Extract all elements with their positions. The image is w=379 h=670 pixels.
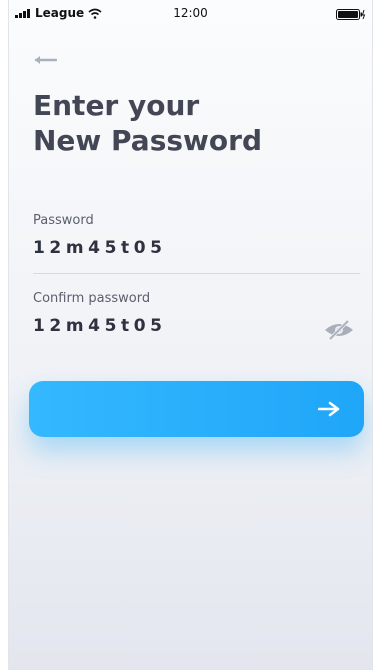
battery-icon — [336, 9, 366, 20]
eye-off-icon[interactable] — [324, 320, 354, 340]
submit-button[interactable] — [29, 381, 364, 437]
back-arrow-icon[interactable] — [33, 55, 57, 65]
status-time: 12:00 — [173, 6, 208, 20]
page-title: Enter your New Password — [33, 88, 353, 158]
page-title-line-1: Enter your — [33, 89, 200, 122]
password-label: Password — [33, 213, 94, 228]
phone-screen: League 12:00 Enter your New Password Pas… — [8, 0, 373, 670]
page-title-line-2: New Password — [33, 124, 262, 157]
confirm-password-field[interactable]: 12m45t05 — [33, 316, 167, 336]
arrow-right-icon — [318, 401, 340, 417]
field-divider — [33, 273, 360, 274]
status-bar: League 12:00 — [9, 0, 372, 34]
confirm-password-label: Confirm password — [33, 291, 151, 306]
password-field[interactable]: 12m45t05 — [33, 238, 167, 258]
